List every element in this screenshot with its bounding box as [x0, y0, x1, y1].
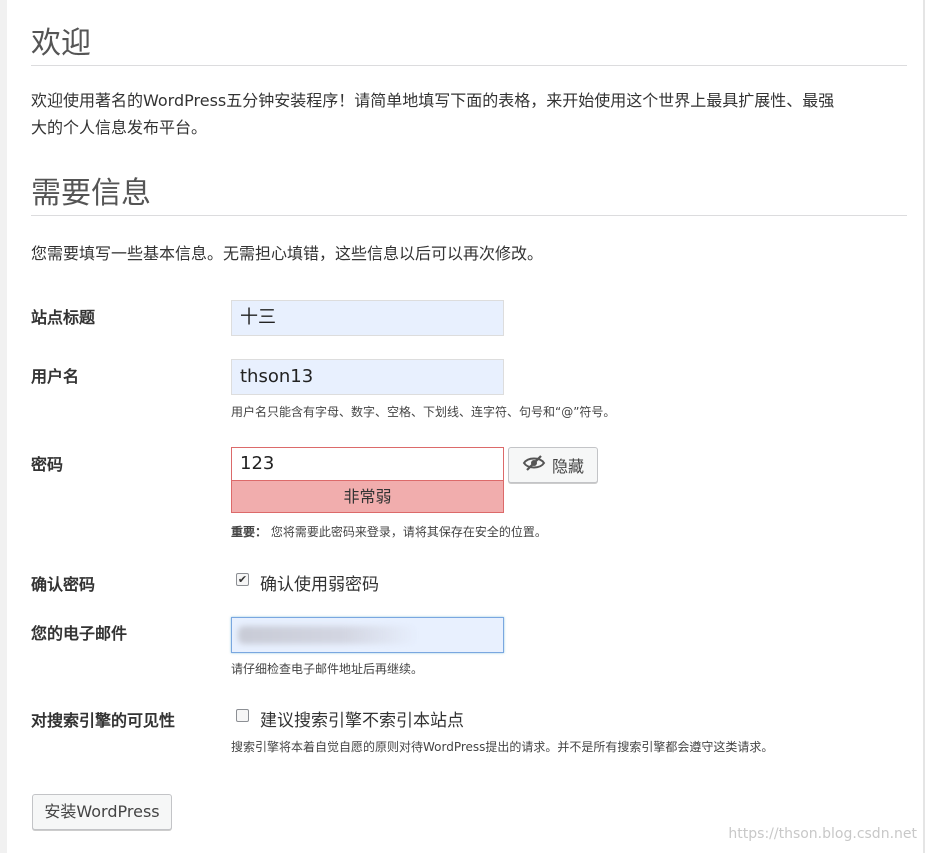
- password-strength-meter: 非常弱: [231, 481, 504, 513]
- password-hint-important: 重要：: [231, 525, 268, 539]
- password-label: 密码: [31, 455, 64, 474]
- install-panel: 欢迎 欢迎使用著名的WordPress五分钟安装程序！请简单地填写下面的表格，来…: [7, 0, 925, 853]
- hide-password-label: 隐藏: [551, 457, 584, 476]
- email-redacted-value: [238, 626, 418, 644]
- info-description: 您需要填写一些基本信息。无需担心填错，这些信息以后可以再次修改。: [31, 244, 544, 263]
- confirm-weak-password-label[interactable]: 确认使用弱密码: [260, 570, 379, 595]
- welcome-line-2: 大的个人信息发布平台。: [31, 118, 208, 137]
- password-hint-text: 您将需要此密码来登录，请将其保存在安全的位置。: [270, 525, 547, 539]
- password-hint: 重要： 您将需要此密码来登录，请将其保存在安全的位置。: [231, 523, 547, 540]
- username-label: 用户名: [31, 367, 80, 386]
- info-heading: 需要信息: [31, 176, 151, 211]
- confirm-password-label: 确认密码: [31, 575, 96, 594]
- username-hint: 用户名只能含有字母、数字、空格、下划线、连字符、句号和“@”符号。: [231, 405, 616, 419]
- site-title-label: 站点标题: [31, 308, 96, 327]
- install-wordpress-button[interactable]: 安装WordPress: [32, 794, 172, 830]
- welcome-line-1: 欢迎使用著名的WordPress五分钟安装程序！请简单地填写下面的表格，来开始使…: [31, 91, 835, 110]
- discourage-search-engines-checkbox[interactable]: [236, 709, 249, 722]
- password-input[interactable]: 123: [231, 447, 504, 481]
- divider: [31, 65, 907, 66]
- divider: [31, 215, 907, 216]
- eye-slash-icon: [522, 454, 546, 476]
- confirm-weak-password-checkbox[interactable]: ✔: [236, 573, 249, 586]
- welcome-heading: 欢迎: [31, 26, 91, 61]
- email-hint: 请仔细检查电子邮件地址后再继续。: [231, 662, 424, 676]
- email-label: 您的电子邮件: [31, 624, 128, 643]
- site-title-input[interactable]: 十三: [231, 300, 504, 336]
- discourage-search-engines-label[interactable]: 建议搜索引擎不索引本站点: [260, 706, 464, 731]
- welcome-text: 欢迎使用著名的WordPress五分钟安装程序！请简单地填写下面的表格，来开始使…: [31, 87, 911, 141]
- checkmark-icon: ✔: [237, 573, 248, 586]
- visibility-hint: 搜索引擎将本着自觉自愿的原则对待WordPress提出的请求。并不是所有搜索引擎…: [231, 740, 774, 754]
- username-input[interactable]: thson13: [231, 359, 504, 395]
- hide-password-button[interactable]: 隐藏: [508, 447, 598, 483]
- email-input[interactable]: [231, 617, 504, 653]
- visibility-label: 对搜索引擎的可见性: [31, 711, 176, 730]
- watermark: https://thson.blog.csdn.net: [728, 826, 917, 842]
